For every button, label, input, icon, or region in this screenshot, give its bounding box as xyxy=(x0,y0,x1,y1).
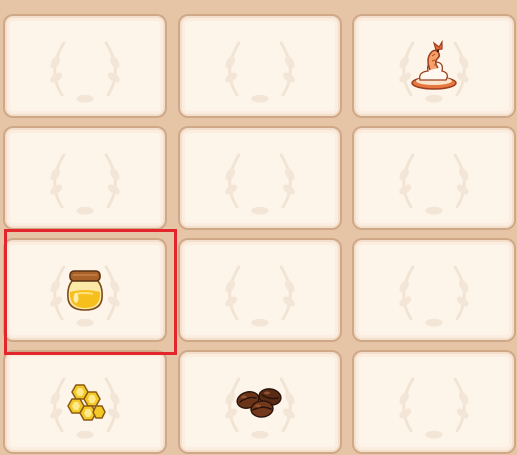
inventory-slot-empty[interactable] xyxy=(354,352,514,452)
honey-jar-icon xyxy=(67,270,103,311)
wreath-watermark-icon xyxy=(225,41,295,103)
wreath-watermark-icon xyxy=(225,153,295,215)
inventory-slot-empty[interactable] xyxy=(354,240,514,340)
inventory-slot-empty[interactable] xyxy=(180,16,340,116)
inventory-slot-empty[interactable] xyxy=(5,128,165,228)
inventory-slot-empty[interactable] xyxy=(180,128,340,228)
inventory-slot-shrimp-dessert[interactable] xyxy=(354,16,514,116)
inventory-slot-honey-jar[interactable] xyxy=(5,240,165,340)
wreath-watermark-icon xyxy=(399,153,469,215)
wreath-watermark-icon xyxy=(50,153,120,215)
shrimp-cream-dessert-icon xyxy=(411,40,457,90)
inventory-slot-coffee-beans[interactable] xyxy=(180,352,340,452)
inventory-grid xyxy=(0,0,517,455)
wreath-watermark-icon xyxy=(399,265,469,327)
inventory-slot-empty[interactable] xyxy=(354,128,514,228)
coffee-beans-icon xyxy=(236,388,282,418)
wreath-watermark-icon xyxy=(225,265,295,327)
wreath-watermark-icon xyxy=(50,41,120,103)
inventory-slot-empty[interactable] xyxy=(180,240,340,340)
honeycomb-icon xyxy=(67,384,106,421)
inventory-slot-empty[interactable] xyxy=(5,16,165,116)
wreath-watermark-icon xyxy=(399,377,469,439)
inventory-slot-honeycomb[interactable] xyxy=(5,352,165,452)
